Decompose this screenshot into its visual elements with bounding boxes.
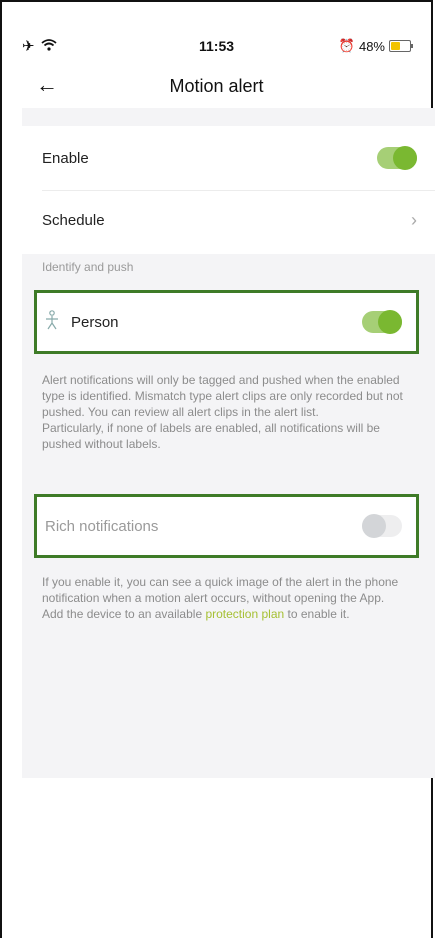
description-paragraph: Alert notifications will only be tagged …: [42, 373, 403, 419]
description-paragraph: Particularly, if none of labels are enab…: [42, 421, 380, 451]
status-bar: ✈ 11:53 ⏰ 48%: [22, 32, 413, 60]
person-left: Person: [45, 309, 119, 335]
toggle-knob: [393, 146, 417, 170]
battery-icon: [389, 40, 413, 52]
description-paragraph: If you enable it, you can see a quick im…: [42, 575, 399, 605]
wifi-icon: [40, 38, 57, 55]
status-right: ⏰ 48%: [338, 38, 413, 54]
rich-description: If you enable it, you can see a quick im…: [42, 574, 413, 622]
enable-toggle[interactable]: [377, 146, 417, 170]
settings-card: Enable Schedule ›: [22, 126, 435, 254]
description-paragraph: Add the device to an available protectio…: [42, 606, 413, 622]
person-label: Person: [71, 313, 119, 331]
rich-row-highlight: Rich notifications: [34, 494, 419, 558]
status-left: ✈: [22, 37, 57, 55]
plan-prefix: Add the device to an available: [42, 607, 206, 621]
toggle-knob: [362, 514, 386, 538]
plan-suffix: to enable it.: [284, 607, 350, 621]
rich-notifications-label: Rich notifications: [45, 517, 159, 535]
chevron-right-icon: ›: [411, 209, 417, 230]
person-row-highlight: Person: [34, 290, 419, 354]
person-icon: [45, 309, 59, 335]
status-time: 11:53: [198, 38, 235, 54]
schedule-label: Schedule: [42, 211, 105, 229]
section-label: Identify and push: [42, 260, 134, 274]
settings-content: Enable Schedule › Identify and push Pers…: [22, 108, 435, 778]
arrow-left-icon[interactable]: ←: [36, 72, 58, 98]
person-toggle[interactable]: [362, 310, 402, 334]
protection-plan-link[interactable]: protection plan: [205, 607, 284, 621]
rich-notifications-toggle[interactable]: [362, 514, 402, 538]
battery-percent: 48%: [358, 38, 385, 54]
schedule-row[interactable]: Schedule ›: [42, 190, 417, 250]
page-title: Motion alert: [169, 75, 264, 96]
person-row[interactable]: Person: [45, 293, 402, 351]
battery-fill: [391, 42, 400, 50]
toggle-knob: [378, 310, 402, 334]
enable-label: Enable: [42, 149, 89, 167]
nav-bar: ← Motion alert: [2, 64, 431, 108]
rich-notifications-row[interactable]: Rich notifications: [45, 497, 402, 555]
enable-row[interactable]: Enable: [42, 128, 417, 188]
alarm-icon: ⏰: [338, 38, 355, 53]
airplane-icon: ✈: [22, 38, 35, 55]
person-description: Alert notifications will only be tagged …: [42, 372, 413, 452]
phone-frame: ✈ 11:53 ⏰ 48% ← Motion alert Enable Sche…: [0, 0, 435, 938]
